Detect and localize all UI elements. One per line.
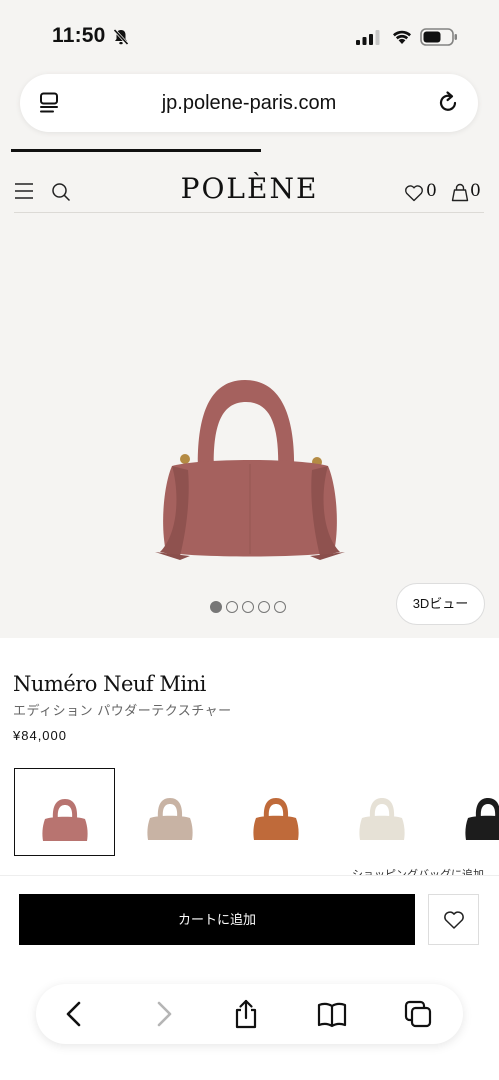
add-to-cart-button[interactable]: カートに追加 (19, 894, 415, 945)
wishlist-button[interactable] (428, 894, 479, 945)
share-icon[interactable] (230, 998, 262, 1030)
tabs-icon[interactable] (402, 998, 434, 1030)
product-name: Numéro Neuf Mini (13, 672, 206, 696)
gallery-dot[interactable] (242, 601, 254, 613)
bag-icon[interactable] (451, 182, 469, 207)
browser-toolbar (36, 984, 463, 1044)
brand-logo[interactable]: POLÈNE (0, 172, 499, 205)
cart-count[interactable]: 0 (470, 181, 481, 201)
wishlist-count[interactable]: 0 (426, 181, 437, 201)
gallery-dot[interactable] (274, 601, 286, 613)
back-icon[interactable] (59, 998, 91, 1030)
reload-icon[interactable] (436, 90, 460, 119)
wifi-icon (391, 27, 413, 50)
gallery-dot[interactable] (210, 601, 222, 613)
partial-caption: ショッピングバッグに追加 (352, 869, 484, 875)
heart-icon (444, 911, 464, 929)
swatch-powder[interactable] (14, 768, 115, 856)
address-bar[interactable]: jp.polene-paris.com (20, 74, 478, 132)
add-to-cart-bar: カートに追加 (0, 875, 499, 965)
status-time: 11:50 (52, 24, 106, 47)
site-header: POLÈNE 0 0 (0, 152, 499, 214)
product-price: ¥84,000 (13, 728, 67, 743)
product-image[interactable] (150, 374, 350, 569)
product-info: Numéro Neuf Mini エディション パウダーテクスチャー ¥84,0… (0, 638, 499, 875)
swatch-cognac[interactable] (226, 768, 327, 856)
url-text[interactable]: jp.polene-paris.com (20, 92, 478, 115)
swatch-taupe[interactable] (120, 768, 221, 856)
status-bar: 11:50 (0, 0, 499, 68)
gallery-dot[interactable] (226, 601, 238, 613)
heart-icon[interactable] (404, 184, 424, 207)
product-gallery[interactable]: 3Dビュー (0, 214, 499, 638)
color-swatches (14, 768, 499, 858)
product-edition: エディション パウダーテクスチャー (13, 703, 232, 718)
forward-icon[interactable] (147, 998, 179, 1030)
cellular-signal-icon (356, 30, 382, 50)
bell-slash-icon (112, 28, 130, 46)
swatch-chalk[interactable] (332, 768, 433, 856)
gallery-pagination (210, 601, 286, 613)
browser-toolbar-area (0, 965, 499, 1080)
swatch-black[interactable] (438, 768, 499, 856)
view-3d-button[interactable]: 3Dビュー (396, 583, 485, 625)
gallery-dot[interactable] (258, 601, 270, 613)
header-divider (14, 212, 484, 213)
battery-icon (420, 28, 458, 51)
bookmarks-icon[interactable] (316, 998, 348, 1030)
